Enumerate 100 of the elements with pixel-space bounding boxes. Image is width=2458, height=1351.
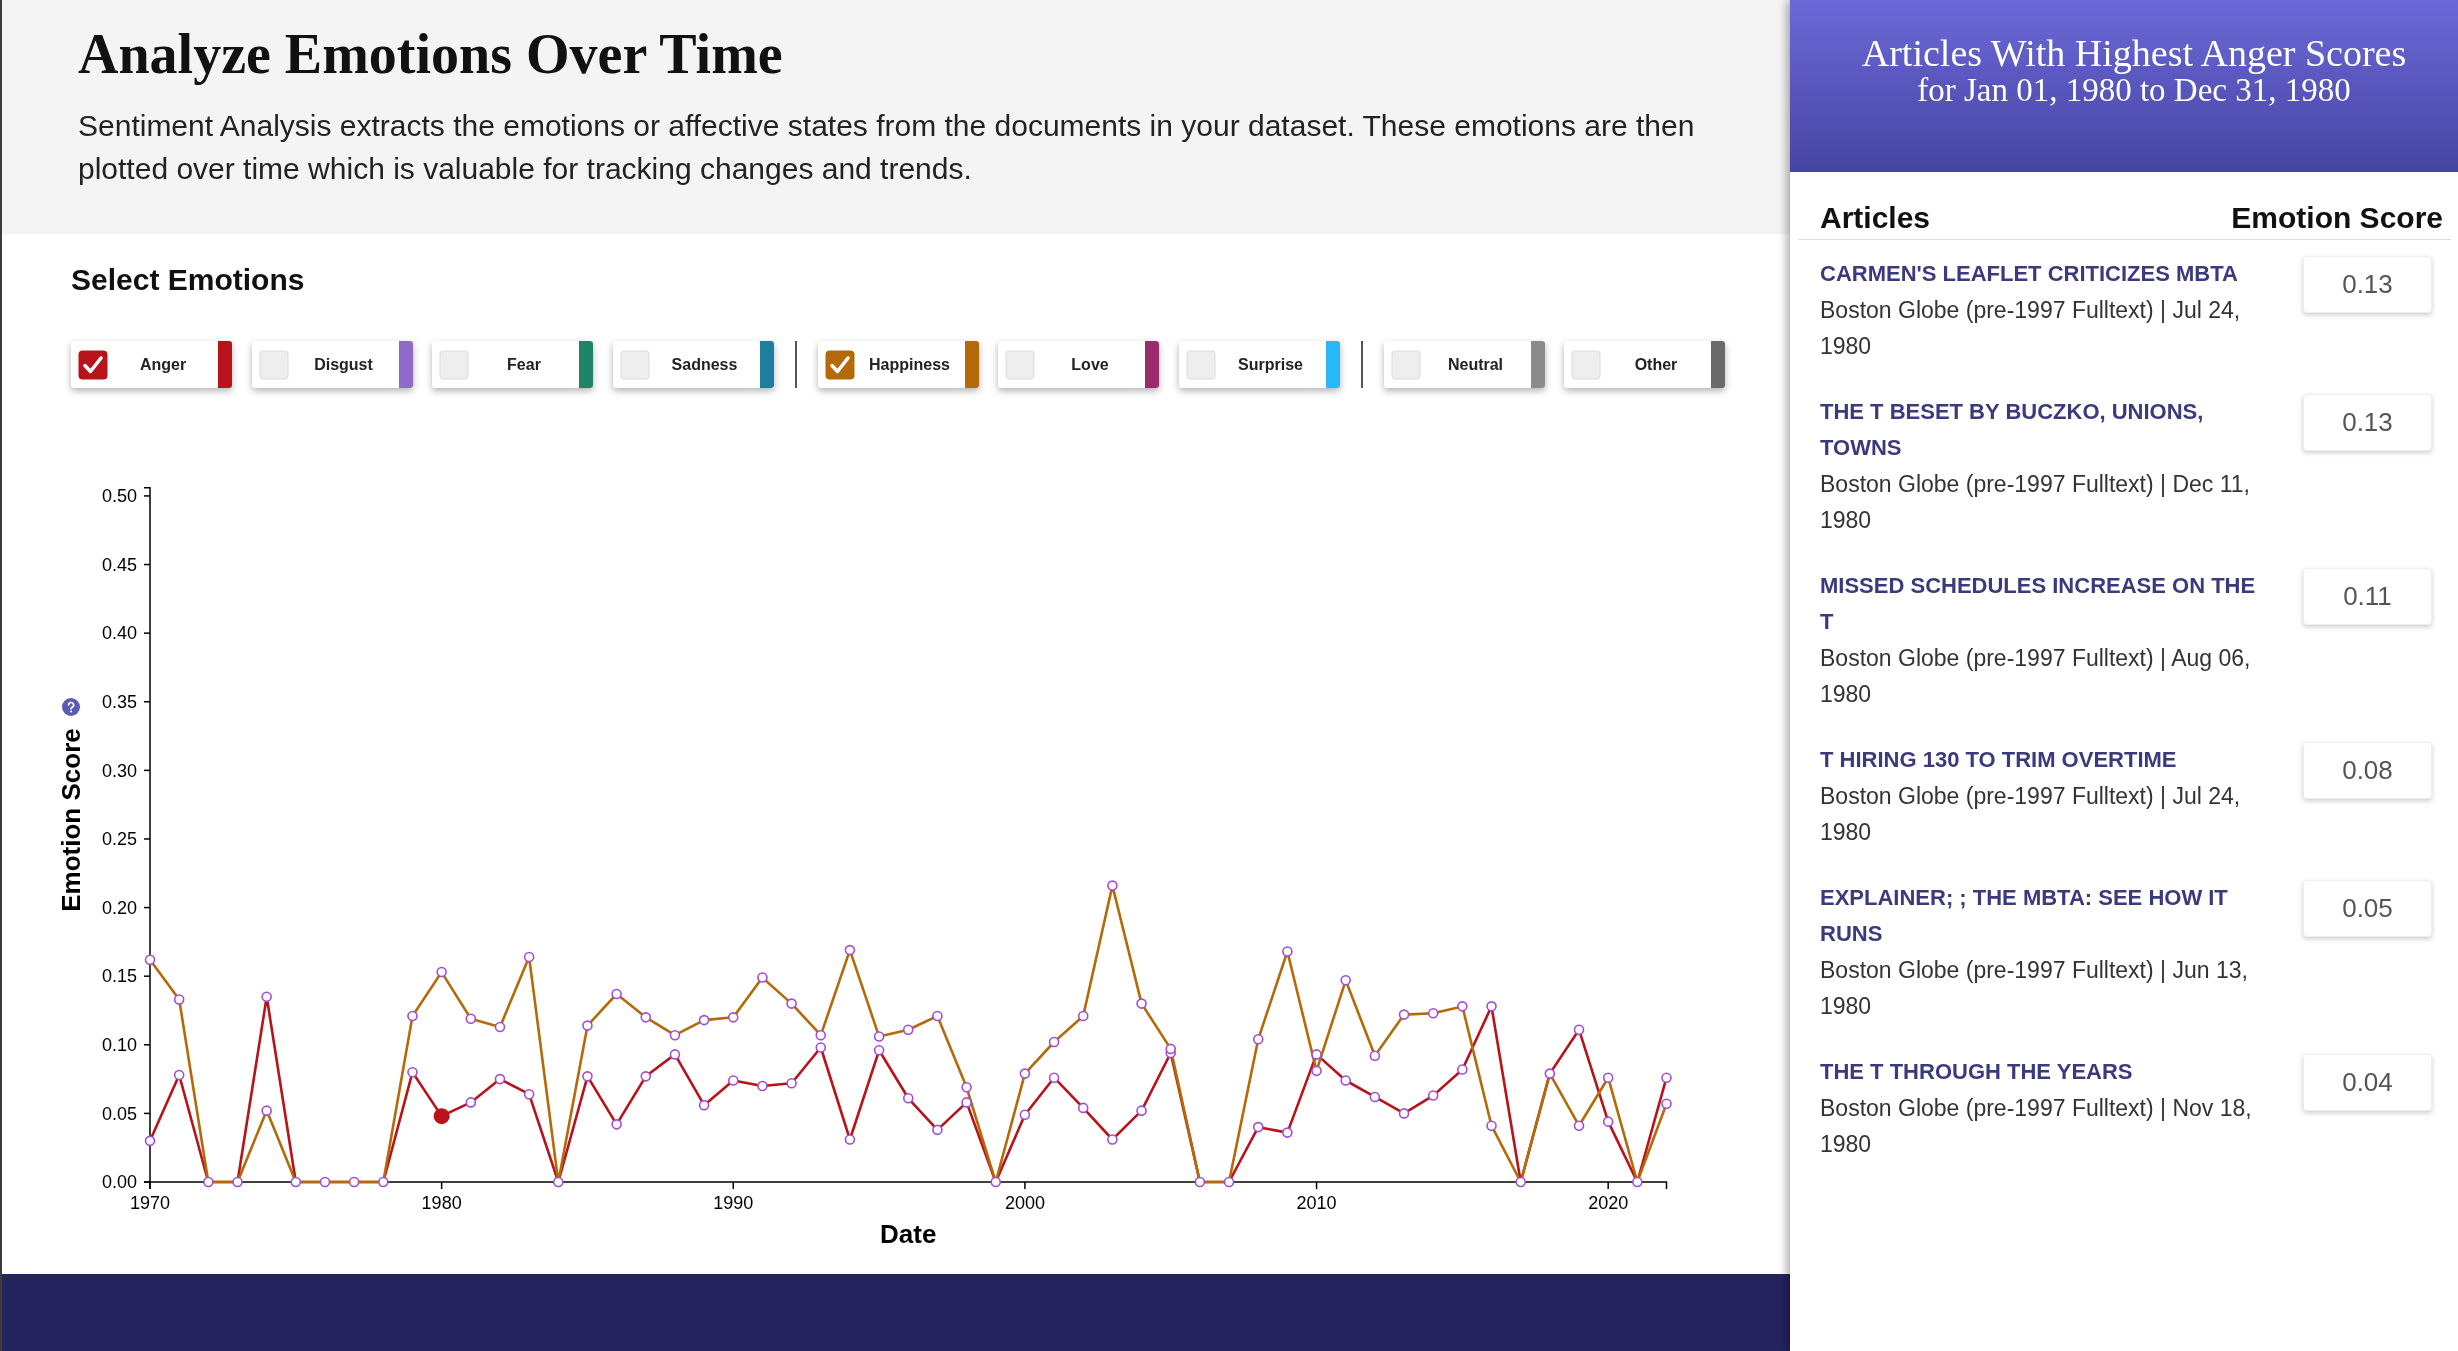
data-point[interactable] <box>932 1124 943 1136</box>
data-point[interactable] <box>261 1105 272 1116</box>
emotion-toggle[interactable]: Love <box>998 341 1159 388</box>
data-point[interactable] <box>1252 1121 1264 1133</box>
data-point[interactable] <box>1107 1134 1118 1145</box>
data-point[interactable] <box>407 1066 418 1078</box>
data-point[interactable] <box>1019 1109 1031 1121</box>
data-point[interactable] <box>232 1176 243 1188</box>
emotion-toggle[interactable]: Happiness <box>817 341 979 388</box>
data-point[interactable] <box>1602 1116 1614 1127</box>
emotion-toggle[interactable]: Neutral <box>1383 341 1545 388</box>
data-point[interactable] <box>1107 880 1118 891</box>
data-point[interactable] <box>436 966 447 978</box>
data-point[interactable] <box>932 1010 943 1022</box>
article-link[interactable]: THE T THROUGH THE YEARS <box>1820 1054 2265 1090</box>
data-point[interactable] <box>203 1176 214 1188</box>
data-point[interactable] <box>523 1088 535 1100</box>
checkbox[interactable] <box>78 349 108 380</box>
data-point[interactable] <box>378 1176 389 1188</box>
data-point[interactable] <box>844 944 856 956</box>
data-point[interactable] <box>961 1097 972 1108</box>
data-point[interactable] <box>786 1077 797 1089</box>
article-link[interactable]: MISSED SCHEDULES INCREASE ON THE T <box>1820 568 2265 640</box>
data-point[interactable] <box>1573 1024 1585 1035</box>
emotion-toggle[interactable]: Disgust <box>251 341 413 388</box>
data-point[interactable] <box>902 1093 914 1104</box>
data-point[interactable] <box>407 1010 418 1022</box>
data-point[interactable] <box>698 1099 710 1111</box>
data-point[interactable] <box>1311 1065 1322 1077</box>
data-point[interactable] <box>1661 1072 1672 1083</box>
data-point[interactable] <box>173 1069 185 1081</box>
data-point[interactable] <box>1019 1068 1031 1079</box>
emotion-toggle[interactable]: Surprise <box>1178 341 1340 388</box>
data-point[interactable] <box>1602 1072 1614 1083</box>
data-point[interactable] <box>1340 1075 1351 1086</box>
data-point[interactable] <box>1515 1176 1526 1188</box>
data-point[interactable] <box>1398 1009 1410 1020</box>
data-point[interactable] <box>290 1176 302 1188</box>
data-point[interactable] <box>844 1134 856 1145</box>
data-point[interactable] <box>494 1073 506 1085</box>
data-point[interactable] <box>1252 1034 1264 1045</box>
data-point[interactable] <box>144 954 156 965</box>
data-point[interactable] <box>1136 1105 1147 1116</box>
data-point[interactable] <box>465 1013 477 1024</box>
data-point[interactable] <box>1632 1176 1643 1188</box>
data-point[interactable] <box>815 1042 827 1053</box>
data-point[interactable] <box>961 1082 972 1093</box>
data-point[interactable] <box>1544 1068 1556 1079</box>
data-point[interactable] <box>319 1176 331 1188</box>
data-point[interactable] <box>1457 1064 1468 1075</box>
data-point[interactable] <box>1311 1049 1322 1060</box>
data-point[interactable] <box>1077 1102 1089 1114</box>
data-point[interactable] <box>553 1176 564 1188</box>
data-point[interactable] <box>494 1021 506 1033</box>
data-point[interactable] <box>1486 1120 1497 1132</box>
data-point[interactable] <box>815 1029 827 1041</box>
data-point[interactable] <box>902 1024 914 1035</box>
emotion-toggle[interactable]: Other <box>1564 341 1725 388</box>
data-point[interactable] <box>1486 1001 1497 1012</box>
data-point[interactable] <box>727 1012 739 1023</box>
data-point[interactable] <box>786 998 797 1009</box>
data-point[interactable] <box>1165 1043 1176 1055</box>
data-point[interactable] <box>465 1097 477 1108</box>
article-link[interactable]: T HIRING 130 TO TRIM OVERTIME <box>1820 742 2265 778</box>
data-point[interactable] <box>1194 1176 1206 1188</box>
data-point[interactable] <box>1573 1120 1585 1132</box>
data-point[interactable] <box>1661 1098 1672 1110</box>
emotion-toggle[interactable]: Sadness <box>612 341 774 388</box>
data-point[interactable] <box>611 988 622 1000</box>
emotion-toggle[interactable]: Anger <box>71 341 232 388</box>
data-point[interactable] <box>348 1176 360 1188</box>
data-point[interactable] <box>1282 1127 1293 1138</box>
article-link[interactable]: EXPLAINER; ; THE MBTA: SEE HOW IT RUNS <box>1820 880 2265 952</box>
data-point[interactable] <box>1048 1072 1060 1083</box>
data-point[interactable] <box>1369 1091 1381 1103</box>
data-point[interactable] <box>873 1045 885 1056</box>
data-point[interactable] <box>1282 946 1293 957</box>
article-link[interactable]: THE T BESET BY BUCZKO, UNIONS, TOWNS <box>1820 394 2265 466</box>
selected-data-point[interactable] <box>433 1108 450 1125</box>
data-point[interactable] <box>873 1031 885 1042</box>
checkbox[interactable] <box>824 349 855 380</box>
data-point[interactable] <box>1427 1007 1439 1019</box>
data-point[interactable] <box>582 1020 593 1031</box>
data-point[interactable] <box>990 1176 1002 1188</box>
data-point[interactable] <box>261 991 272 1003</box>
data-point[interactable] <box>669 1029 681 1041</box>
emotion-toggle[interactable]: Fear <box>432 341 593 388</box>
data-point[interactable] <box>1340 975 1351 986</box>
data-point[interactable] <box>669 1049 681 1060</box>
data-point[interactable] <box>640 1012 652 1023</box>
data-point[interactable] <box>1427 1090 1439 1101</box>
data-point[interactable] <box>611 1119 622 1130</box>
data-point[interactable] <box>1136 998 1147 1009</box>
data-point[interactable] <box>1398 1108 1410 1119</box>
data-point[interactable] <box>173 994 185 1005</box>
data-point[interactable] <box>1369 1050 1381 1062</box>
article-link[interactable]: CARMEN'S LEAFLET CRITICIZES MBTA <box>1820 256 2265 292</box>
data-point[interactable] <box>757 1080 768 1092</box>
data-point[interactable] <box>698 1014 710 1026</box>
data-point[interactable] <box>523 951 535 963</box>
